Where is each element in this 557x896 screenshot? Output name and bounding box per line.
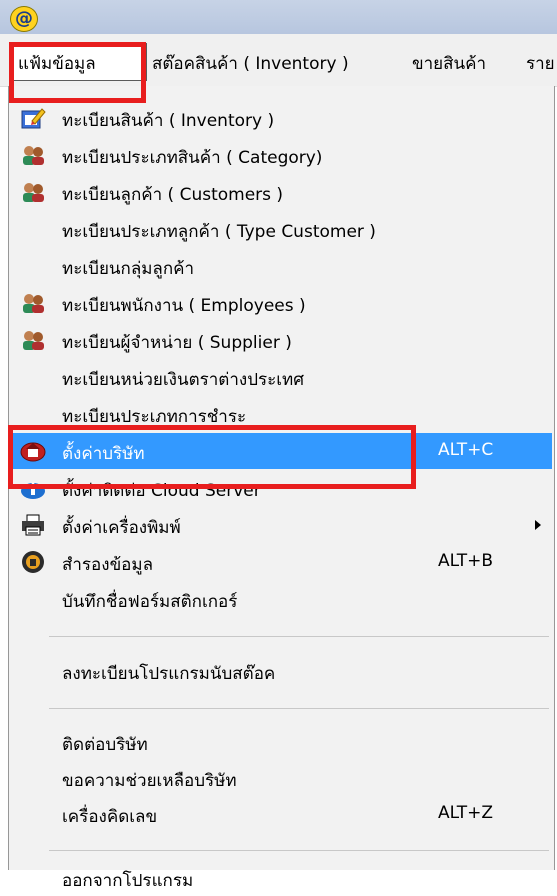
people-icon: [23, 183, 44, 202]
menu-reports[interactable]: ราย: [526, 50, 555, 77]
menu-item-request-help[interactable]: ขอความช่วยเหลือบริษัท: [10, 760, 552, 796]
menu-item-label: ทะเบียนพนักงาน ( Employees ): [62, 296, 306, 316]
menu-item-supplier-register[interactable]: ทะเบียนผู้จำหน่าย ( Supplier ): [10, 322, 552, 358]
menu-item-label: ตั้งค่าติดต่อ Cloud Server: [62, 481, 261, 501]
cloud-upload-icon: [21, 482, 45, 499]
menu-item-shortcut: ALT+Z: [438, 803, 494, 823]
menu-item-customer-group-register[interactable]: ทะเบียนกลุ่มลูกค้า: [10, 248, 552, 284]
app-logo-icon[interactable]: @: [10, 6, 38, 32]
menu-item-customers-register[interactable]: ทะเบียนลูกค้า ( Customers ): [10, 174, 552, 210]
menu-item-label: ทะเบียนกลุ่มลูกค้า: [62, 259, 195, 279]
menu-item-payment-type-register[interactable]: ทะเบียนประเภทการชำระ: [10, 396, 552, 432]
menu-item-label: ออกจากโปรแกรม: [62, 871, 194, 891]
title-bar: @: [0, 0, 557, 34]
menu-item-label: ทะเบียนประเภทสินค้า ( Category): [62, 148, 323, 168]
menu-overlap-strip: [61, 470, 531, 474]
menu-item-exit[interactable]: ออกจากโปรแกรม: [10, 860, 552, 896]
edit-form-icon: [21, 108, 46, 129]
file-dropdown-menu: ทะเบียนสินค้า ( Inventory ) ทะเบียนประเภ…: [8, 86, 555, 891]
menu-item-label: ทะเบียนหน่วยเงินตราต่างประเทศ: [62, 370, 305, 390]
menu-item-label: ตั้งค่าบริษัท: [62, 444, 145, 464]
people-icon: [23, 294, 44, 313]
people-icon: [23, 146, 44, 165]
submenu-arrow-icon: [535, 520, 541, 530]
menu-item-shortcut: ALT+B: [438, 551, 494, 571]
menu-item-label: ทะเบียนผู้จำหน่าย ( Supplier ): [62, 333, 292, 353]
menu-inventory[interactable]: สต๊อคสินค้า ( Inventory ): [152, 50, 349, 77]
menu-item-shortcut: ALT+C: [438, 440, 494, 460]
menu-item-cloud-settings[interactable]: ตั้งค่าติดต่อ Cloud Server: [10, 470, 552, 506]
menu-item-customer-type-register[interactable]: ทะเบียนประเภทลูกค้า ( Type Customer ): [10, 211, 552, 247]
menu-separator: [49, 636, 549, 637]
backup-icon: [22, 551, 44, 573]
menu-item-label: ลงทะเบียนโปรแกรมนับสต๊อค: [62, 664, 276, 684]
people-icon: [23, 331, 44, 350]
menu-separator: [49, 708, 549, 709]
menu-item-label: ตั้งค่าเครื่องพิมพ์: [62, 518, 181, 538]
menu-item-label: ทะเบียนประเภทการชำระ: [62, 407, 247, 427]
menu-item-label: ติดต่อบริษัท: [62, 735, 148, 755]
menu-item-sticker-form-names[interactable]: บันทึกชื่อฟอร์มสติกเกอร์: [10, 581, 552, 617]
menu-item-calculator[interactable]: เครื่องคิดเลข ALT+Z: [10, 796, 552, 832]
menu-item-label: เครื่องคิดเลข: [62, 807, 158, 827]
menu-sales[interactable]: ขายสินค้า: [412, 50, 486, 77]
menu-file[interactable]: แฟ้มข้อมูล: [18, 50, 96, 77]
menu-bar: แฟ้มข้อมูล สต๊อคสินค้า ( Inventory ) ขาย…: [0, 34, 557, 87]
menu-item-label: ทะเบียนประเภทลูกค้า ( Type Customer ): [62, 222, 376, 242]
menu-item-backup[interactable]: สำรองข้อมูล ALT+B: [10, 544, 552, 580]
menu-item-inventory-register[interactable]: ทะเบียนสินค้า ( Inventory ): [10, 100, 552, 136]
menu-item-label: ทะเบียนลูกค้า ( Customers ): [62, 185, 284, 205]
menu-item-contact-company[interactable]: ติดต่อบริษัท: [10, 724, 552, 760]
menu-separator: [49, 850, 549, 851]
menu-item-printer-settings[interactable]: ตั้งค่าเครื่องพิมพ์: [10, 507, 552, 543]
menu-item-category-register[interactable]: ทะเบียนประเภทสินค้า ( Category): [10, 137, 552, 173]
company-icon: [20, 442, 46, 462]
menu-item-company-settings[interactable]: ตั้งค่าบริษัท ALT+C: [10, 433, 552, 469]
menu-item-label: สำรองข้อมูล: [62, 555, 154, 575]
printer-icon: [22, 514, 44, 536]
menu-item-label: ขอความช่วยเหลือบริษัท: [62, 771, 237, 791]
menu-item-label: ทะเบียนสินค้า ( Inventory ): [62, 111, 275, 131]
menu-item-currency-register[interactable]: ทะเบียนหน่วยเงินตราต่างประเทศ: [10, 359, 552, 395]
menu-item-employees-register[interactable]: ทะเบียนพนักงาน ( Employees ): [10, 285, 552, 321]
menu-item-register-stock-program[interactable]: ลงทะเบียนโปรแกรมนับสต๊อค: [10, 653, 552, 689]
menu-item-label: บันทึกชื่อฟอร์มสติกเกอร์: [62, 592, 238, 612]
